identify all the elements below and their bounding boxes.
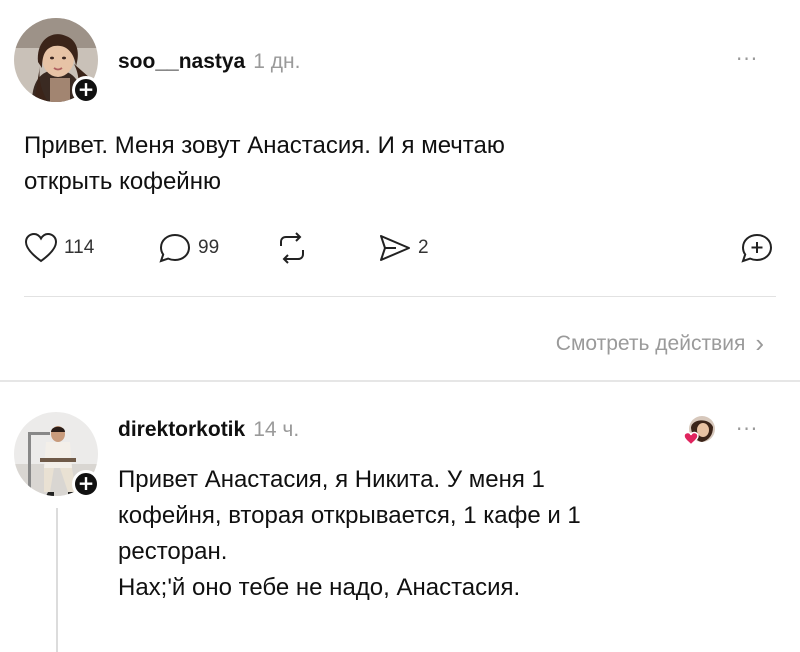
post2-avatar-wrap[interactable]: +	[14, 412, 100, 498]
thread-line	[56, 508, 58, 652]
post2-meta: direktorkotik 14 ч.	[118, 418, 299, 442]
comment-count: 99	[198, 237, 220, 258]
post2-text-line1: Привет Анастасия, я Никита. У меня 1	[118, 466, 545, 493]
like-button[interactable]: 114	[24, 230, 94, 266]
like-count: 114	[64, 237, 95, 258]
send-icon	[380, 235, 410, 261]
heart-icon	[24, 232, 58, 263]
chevron-right-icon: ›	[755, 328, 764, 358]
post-1: + soo__nastya 1 дн. ··· Привет. Меня зов…	[0, 0, 800, 380]
post1-follow-icon[interactable]: +	[72, 76, 100, 104]
post-2: + direktorkotik 14 ч. ··· Привет Анастас…	[0, 384, 800, 652]
repost-button[interactable]	[274, 230, 310, 266]
post2-more-icon[interactable]: ···	[736, 419, 758, 439]
post1-time: 1 дн.	[253, 50, 301, 73]
post2-text-line3: ресторан.	[118, 538, 228, 565]
view-activity-link[interactable]: Смотреть действия ›	[556, 328, 764, 359]
comment-button[interactable]: 99	[158, 230, 219, 266]
section-separator	[0, 380, 800, 382]
post1-text-line2: открыть кофейню	[24, 168, 221, 195]
post2-username[interactable]: direktorkotik	[118, 418, 245, 442]
quote-icon	[741, 233, 773, 263]
share-count: 2	[418, 237, 429, 258]
post1-meta: soo__nastya 1 дн.	[118, 50, 300, 74]
post2-text-line4: Нах;'й оно тебе не надо, Анастасия.	[118, 574, 521, 601]
post1-more-icon[interactable]: ···	[736, 49, 758, 69]
share-button[interactable]: 2	[378, 230, 429, 266]
repost-icon	[280, 232, 304, 264]
view-activity-label: Смотреть действия	[555, 331, 746, 355]
post1-username[interactable]: soo__nastya	[118, 50, 245, 74]
post2-time: 14 ч.	[253, 418, 300, 441]
quote-button[interactable]	[740, 230, 774, 266]
post2-text-line2: кофейня, вторая открывается, 1 кафе и 1	[118, 502, 581, 529]
post1-actions: 114 99 2	[24, 230, 776, 266]
liked-by-author-avatar	[682, 414, 716, 448]
post1-text-line1: Привет. Меня зовут Анастасия. И я мечтаю	[24, 132, 505, 159]
post1-text: Привет. Меня зовут Анастасия. И я мечтаю…	[24, 128, 505, 200]
comment-icon	[159, 233, 191, 263]
post2-follow-icon[interactable]: +	[72, 470, 100, 498]
post1-avatar-wrap[interactable]: +	[14, 18, 100, 104]
post2-text: Привет Анастасия, я Никита. У меня 1 коф…	[118, 462, 581, 606]
post1-divider	[24, 296, 776, 297]
